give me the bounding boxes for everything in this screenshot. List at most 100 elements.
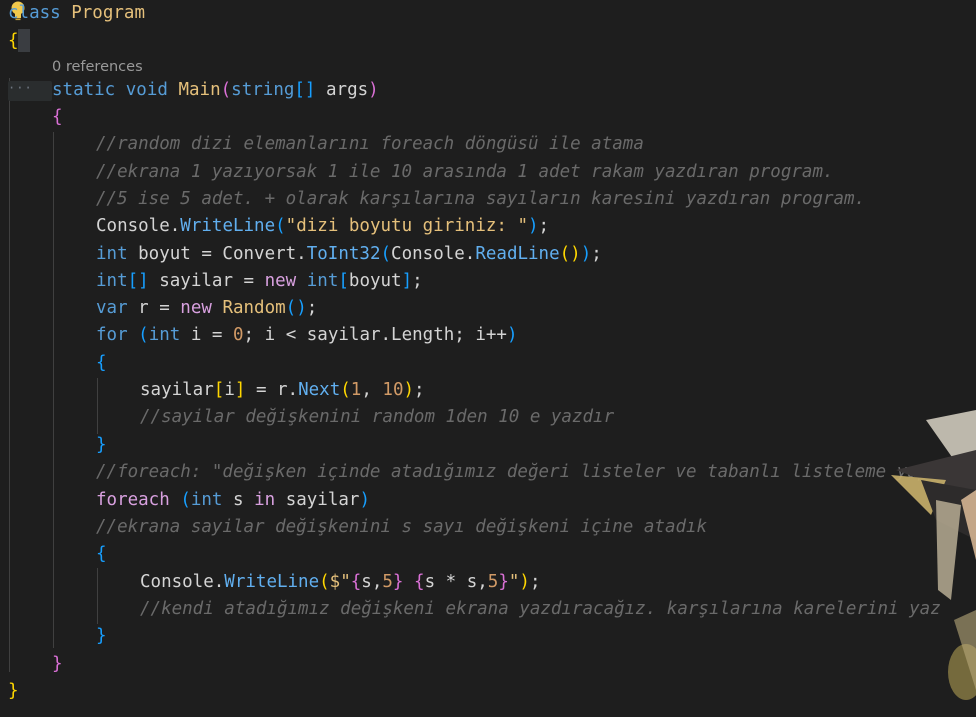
code-line-7[interactable]: //5 ise 5 adet. + olarak karşılarına say…	[96, 186, 865, 213]
code-line-16[interactable]: }	[96, 432, 107, 459]
bracket: [	[213, 380, 225, 400]
code-line-25[interactable]: }	[8, 678, 19, 705]
identifier: s * s,	[424, 572, 488, 592]
code-line-17[interactable]: //foreach: "değişken içinde atadığımız d…	[96, 459, 939, 486]
identifier: Console.	[391, 244, 476, 264]
identifier: sayilar	[275, 490, 360, 510]
brace: {	[8, 31, 19, 51]
method-name: Main	[178, 80, 221, 100]
identifier: Console.	[96, 216, 181, 236]
keyword: in	[254, 490, 276, 510]
bracket: ]	[401, 271, 413, 291]
identifier: s	[222, 490, 255, 510]
keyword: new	[264, 271, 297, 291]
method-name: Next	[298, 380, 341, 400]
code-line-21[interactable]: Console.WriteLine($"{s,5} {s * s,5}");	[140, 569, 541, 596]
code-line-22[interactable]: //kendi atadığımız değişkeni ekrana yazd…	[140, 596, 941, 623]
bracket: [	[338, 271, 349, 291]
interpolation-brace: {	[414, 572, 425, 592]
identifier: i =	[180, 325, 233, 345]
method-name: WriteLine	[180, 216, 276, 236]
keyword: int	[148, 325, 181, 345]
brace: }	[96, 626, 107, 646]
brace: }	[52, 654, 63, 674]
paren: ()	[285, 298, 307, 318]
brace: {	[96, 353, 107, 373]
method-name: ReadLine	[475, 244, 560, 264]
bracket: []	[294, 80, 316, 100]
text-cursor-highlight	[18, 29, 30, 52]
identifier: boyut	[348, 271, 402, 291]
method-name: WriteLine	[224, 572, 320, 592]
indent-guide	[97, 568, 98, 624]
paren: )	[506, 325, 518, 345]
code-editor[interactable]: class Program { 0 references ··· static …	[0, 0, 976, 717]
comma: ,	[361, 380, 383, 400]
string-literal	[403, 572, 414, 592]
number-literal: 1	[350, 380, 362, 400]
keyword: int	[190, 490, 223, 510]
identifier: args	[315, 80, 369, 100]
code-line-3[interactable]: static void Main(string[] args)	[52, 77, 379, 104]
paren: (	[180, 490, 191, 510]
keyword: foreach	[96, 490, 170, 510]
number-literal: 10	[382, 380, 404, 400]
keyword: static	[52, 80, 116, 100]
number-literal: 0	[233, 325, 244, 345]
code-line-11[interactable]: var r = new Random();	[96, 295, 317, 322]
code-line-24[interactable]: }	[52, 651, 63, 678]
identifier: = r.	[245, 380, 299, 400]
number-literal: 5	[487, 572, 499, 592]
code-line-4[interactable]: {	[52, 104, 63, 131]
keyword: string	[231, 80, 295, 100]
bracket: []	[127, 271, 149, 291]
indent-guide	[53, 132, 54, 648]
code-line-8[interactable]: Console.WriteLine("dizi boyutu giriniz: …	[96, 213, 549, 240]
code-line-20[interactable]: {	[96, 541, 107, 568]
paren: )	[519, 572, 530, 592]
paren: )	[403, 380, 415, 400]
code-line-14[interactable]: sayilar[i] = r.Next(1, 10);	[140, 377, 425, 404]
semicolon: ;	[591, 244, 602, 264]
code-line-2[interactable]: {	[8, 28, 19, 55]
code-line-5[interactable]: //random dizi elemanlarını foreach döngü…	[96, 131, 644, 158]
semicolon: ;	[529, 572, 541, 592]
code-line-23[interactable]: }	[96, 623, 107, 650]
code-line-13[interactable]: {	[96, 350, 107, 377]
anime-character-decoration	[891, 410, 976, 700]
brace: {	[96, 544, 107, 564]
code-line-12[interactable]: for (int i = 0; i < sayilar.Length; i++)	[96, 322, 518, 349]
paren: (	[275, 216, 286, 236]
paren: )	[359, 490, 370, 510]
keyword: int	[306, 271, 339, 291]
paren: )	[368, 80, 379, 100]
code-line-1[interactable]: class Program	[8, 0, 145, 27]
paren: (	[138, 325, 149, 345]
codelens-references[interactable]: 0 references	[52, 56, 143, 78]
interpolation-brace: }	[392, 572, 404, 592]
keyword: new	[180, 298, 212, 318]
indent-guide	[9, 78, 10, 672]
semicolon: ;	[538, 216, 550, 236]
string-literal: "dizi boyutu giriniz: "	[285, 216, 528, 236]
code-line-9[interactable]: int boyut = Convert.ToInt32(Console.Read…	[96, 241, 602, 268]
code-line-15[interactable]: //sayilar değişkenini random 1den 10 e y…	[140, 404, 614, 431]
paren: (	[220, 80, 232, 100]
paren: (	[380, 244, 392, 264]
paren: ()	[559, 244, 581, 264]
code-line-18[interactable]: foreach (int s in sayilar)	[96, 487, 370, 514]
paren: )	[528, 216, 539, 236]
code-line-6[interactable]: //ekrana 1 yazıyorsak 1 ile 10 arasında …	[96, 159, 834, 186]
semicolon: ;	[306, 298, 318, 318]
folded-region-marker[interactable]: ···	[8, 81, 52, 101]
keyword: int	[96, 244, 128, 264]
code-line-19[interactable]: //ekrana sayilar değişkenini s sayı deği…	[96, 514, 707, 541]
indent-guide	[97, 378, 98, 434]
keyword: var	[96, 298, 128, 318]
keyword: for	[96, 325, 128, 345]
identifier: boyut = Convert.	[127, 244, 307, 264]
identifier: Console.	[140, 572, 225, 592]
code-line-10[interactable]: int[] sayilar = new int[boyut];	[96, 268, 423, 295]
